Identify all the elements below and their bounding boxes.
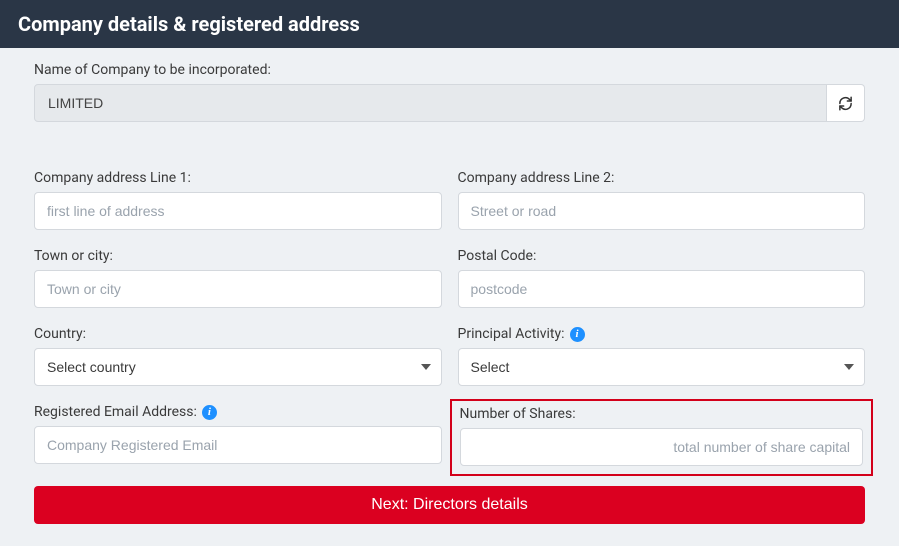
activity-select[interactable]: Select xyxy=(458,348,866,386)
activity-label: Principal Activity: i xyxy=(458,326,866,342)
postal-label: Postal Code: xyxy=(458,248,866,264)
registered-email-input[interactable] xyxy=(34,426,442,464)
shares-label: Number of Shares: xyxy=(460,406,864,422)
email-label: Registered Email Address: i xyxy=(34,404,442,420)
refresh-icon xyxy=(838,96,853,111)
shares-highlight: Number of Shares: xyxy=(450,399,874,476)
country-label: Country: xyxy=(34,326,442,342)
address-line-1-input[interactable] xyxy=(34,192,442,230)
page-title: Company details & registered address xyxy=(18,12,360,36)
country-select[interactable]: Select country xyxy=(34,348,442,386)
next-button[interactable]: Next: Directors details xyxy=(34,486,865,524)
page-header: Company details & registered address xyxy=(0,0,899,48)
refresh-button[interactable] xyxy=(827,84,865,122)
number-of-shares-input[interactable] xyxy=(460,428,864,466)
company-name-group: Name of Company to be incorporated: xyxy=(34,62,865,122)
addr1-label: Company address Line 1: xyxy=(34,170,442,186)
info-icon[interactable]: i xyxy=(570,327,585,342)
town-input[interactable] xyxy=(34,270,442,308)
company-name-label: Name of Company to be incorporated: xyxy=(34,62,865,78)
form-container: Name of Company to be incorporated: Comp… xyxy=(0,48,899,546)
addr2-label: Company address Line 2: xyxy=(458,170,866,186)
info-icon[interactable]: i xyxy=(202,405,217,420)
town-label: Town or city: xyxy=(34,248,442,264)
address-line-2-input[interactable] xyxy=(458,192,866,230)
company-name-input[interactable] xyxy=(34,84,827,122)
postal-code-input[interactable] xyxy=(458,270,866,308)
